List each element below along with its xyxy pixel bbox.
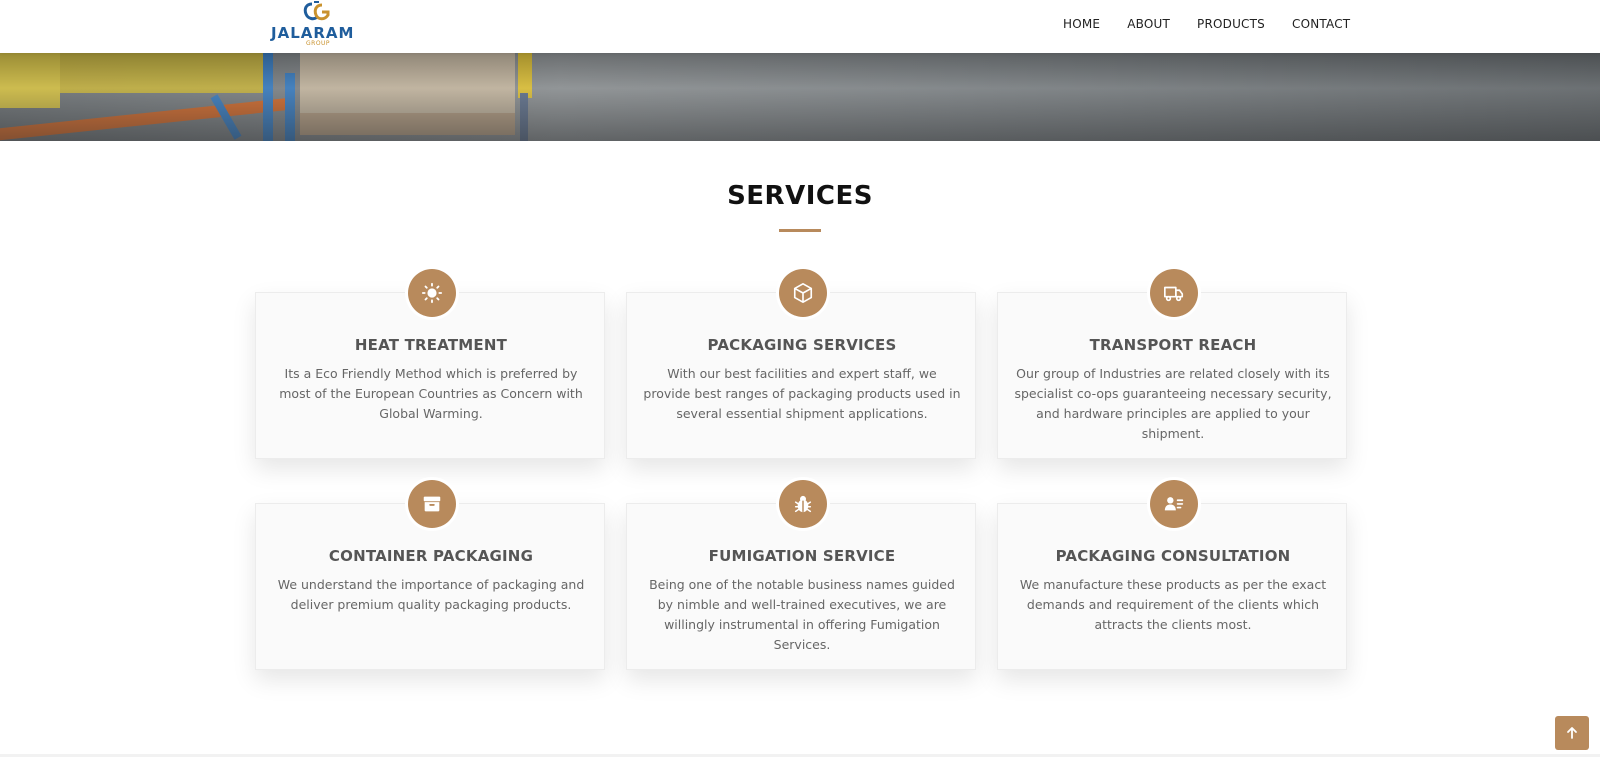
service-card-packaging-services: PACKAGING SERVICES With our best facilit… bbox=[626, 266, 976, 459]
sun-icon bbox=[408, 269, 456, 317]
arrow-up-icon bbox=[1567, 727, 1577, 739]
service-title: TRANSPORT REACH bbox=[1089, 336, 1257, 354]
archive-icon bbox=[408, 480, 456, 528]
service-description: We manufacture these products as per the… bbox=[1019, 577, 1327, 632]
main-nav: HOME ABOUT PRODUCTS CONTACT bbox=[1063, 17, 1350, 31]
service-card-packaging-consultation: PACKAGING CONSULTATION We manufacture th… bbox=[997, 477, 1347, 670]
service-icon-ring bbox=[1147, 266, 1201, 320]
service-description: With our best facilities and expert staf… bbox=[643, 366, 961, 421]
nav-home[interactable]: HOME bbox=[1063, 17, 1100, 31]
logo-mark-icon bbox=[303, 1, 330, 21]
service-title: FUMIGATION SERVICE bbox=[708, 547, 896, 565]
service-card-fumigation-service: FUMIGATION SERVICE Being one of the nota… bbox=[626, 477, 976, 670]
logo-subtitle: GROUP bbox=[306, 40, 331, 47]
nav-about[interactable]: ABOUT bbox=[1127, 17, 1170, 31]
site-header: JALARAM GROUP HOME ABOUT PRODUCTS CONTAC… bbox=[0, 0, 1600, 53]
service-description: Its a Eco Friendly Method which is prefe… bbox=[279, 366, 583, 421]
service-card-heat-treatment: HEAT TREATMENT Its a Eco Friendly Method… bbox=[255, 266, 605, 459]
services-title-underline bbox=[779, 229, 821, 232]
hero-banner-image bbox=[0, 53, 1600, 141]
service-title: PACKAGING CONSULTATION bbox=[1055, 547, 1291, 565]
box-icon bbox=[779, 269, 827, 317]
service-title: CONTAINER PACKAGING bbox=[328, 547, 534, 565]
truck-icon bbox=[1150, 269, 1198, 317]
bug-icon bbox=[779, 480, 827, 528]
back-to-top-button[interactable] bbox=[1555, 716, 1589, 750]
service-card-container-packaging: CONTAINER PACKAGING We understand the im… bbox=[255, 477, 605, 670]
logo[interactable]: JALARAM GROUP bbox=[268, 0, 368, 50]
services-title: SERVICES bbox=[727, 181, 873, 211]
service-title: HEAT TREATMENT bbox=[354, 336, 508, 354]
service-icon-ring bbox=[1147, 477, 1201, 531]
service-icon-ring bbox=[405, 477, 459, 531]
nav-products[interactable]: PRODUCTS bbox=[1197, 17, 1265, 31]
nav-contact[interactable]: CONTACT bbox=[1292, 17, 1350, 31]
user-list-icon bbox=[1150, 480, 1198, 528]
service-description: Our group of Industries are related clos… bbox=[1014, 366, 1332, 441]
service-title: PACKAGING SERVICES bbox=[707, 336, 897, 354]
hero-floor-shade bbox=[0, 53, 1600, 141]
service-card-transport-reach: TRANSPORT REACH Our group of Industries … bbox=[997, 266, 1347, 459]
service-icon-ring bbox=[405, 266, 459, 320]
service-description: Being one of the notable business names … bbox=[649, 577, 955, 652]
service-description: We understand the importance of packagin… bbox=[277, 577, 585, 612]
service-icon-ring bbox=[776, 477, 830, 531]
service-icon-ring bbox=[776, 266, 830, 320]
